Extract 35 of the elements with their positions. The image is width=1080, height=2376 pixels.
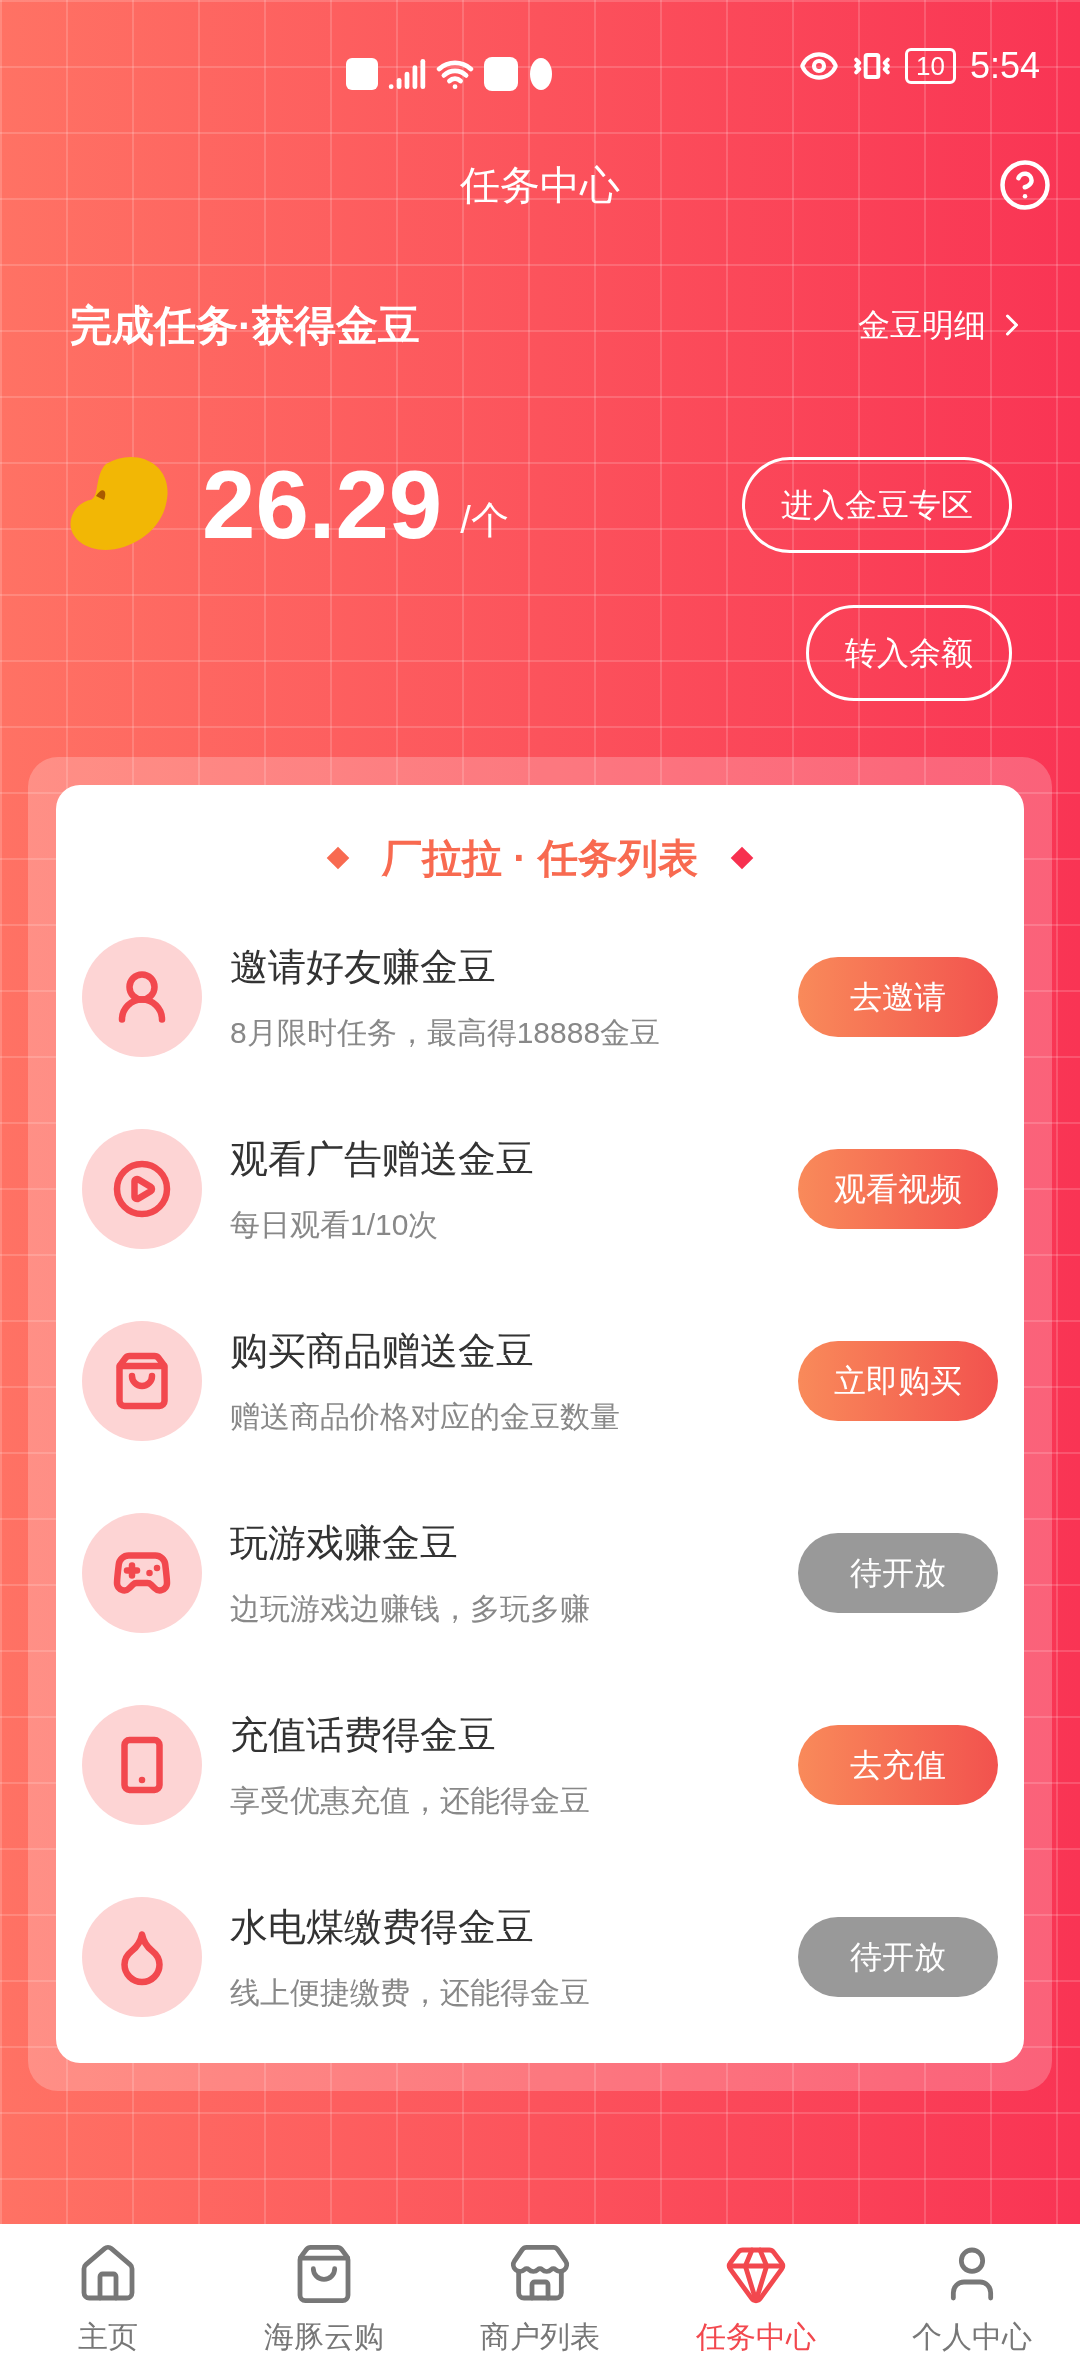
task-subtitle: 每日观看1/10次 xyxy=(230,1207,440,1243)
task-title: 购买商品赠送金豆 xyxy=(230,1329,535,1374)
nav-tab[interactable]: 商户列表 xyxy=(432,2224,648,2376)
task-title: 水电煤缴费得金豆 xyxy=(230,1905,535,1950)
page-title: 任务中心 xyxy=(460,162,620,209)
nav-tab[interactable]: 海豚云购 xyxy=(216,2224,432,2376)
task-subtitle: 赠送商品价格对应的金豆数量 xyxy=(230,1399,621,1435)
task-list-title: 厂拉拉 · 任务列表 xyxy=(382,835,698,882)
task-action-button[interactable]: 立即购买 xyxy=(798,1341,998,1421)
help-icon[interactable] xyxy=(998,158,1052,212)
task-title: 邀请好友赚金豆 xyxy=(230,945,497,990)
battery-icon: 10 xyxy=(905,48,956,84)
task-title: 玩游戏赚金豆 xyxy=(230,1521,459,1566)
task-subtitle: 8月限时任务，最高得18888金豆 xyxy=(230,1015,662,1051)
transfer-button[interactable]: 转入余额 xyxy=(806,605,1012,701)
balance-amount: 26.29 xyxy=(202,457,443,553)
play-icon xyxy=(112,1159,172,1219)
task-subtitle: 边玩游戏边赚钱，多玩多赚 xyxy=(230,1591,591,1627)
task-action-button[interactable]: 去邀请 xyxy=(798,957,998,1037)
nav-tab[interactable]: 任务中心 xyxy=(648,2224,864,2376)
task-action-button[interactable]: 待开放 xyxy=(798,1917,998,1997)
nav-tab[interactable]: 主页 xyxy=(0,2224,216,2376)
task-action-button[interactable]: 待开放 xyxy=(798,1533,998,1613)
task-action-button[interactable]: 观看视频 xyxy=(798,1149,998,1229)
task-action-button[interactable]: 去充值 xyxy=(798,1725,998,1805)
task-title: 充值话费得金豆 xyxy=(230,1713,497,1758)
nav-tab[interactable]: 个人中心 xyxy=(864,2224,1080,2376)
detail-link[interactable]: 金豆明细 xyxy=(858,301,1030,349)
task-subtitle: 线上便捷缴费，还能得金豆 xyxy=(230,1975,591,2011)
bean-zone-button[interactable]: 进入金豆专区 xyxy=(742,457,1012,553)
task-title: 观看广告赠送金豆 xyxy=(230,1137,535,1182)
task-subtitle: 享受优惠充值，还能得金豆 xyxy=(230,1783,591,1819)
clock-time: 5:54 xyxy=(969,44,1040,88)
balance-unit: /个 xyxy=(460,497,509,543)
slogan: 完成任务·获得金豆 xyxy=(70,300,420,351)
